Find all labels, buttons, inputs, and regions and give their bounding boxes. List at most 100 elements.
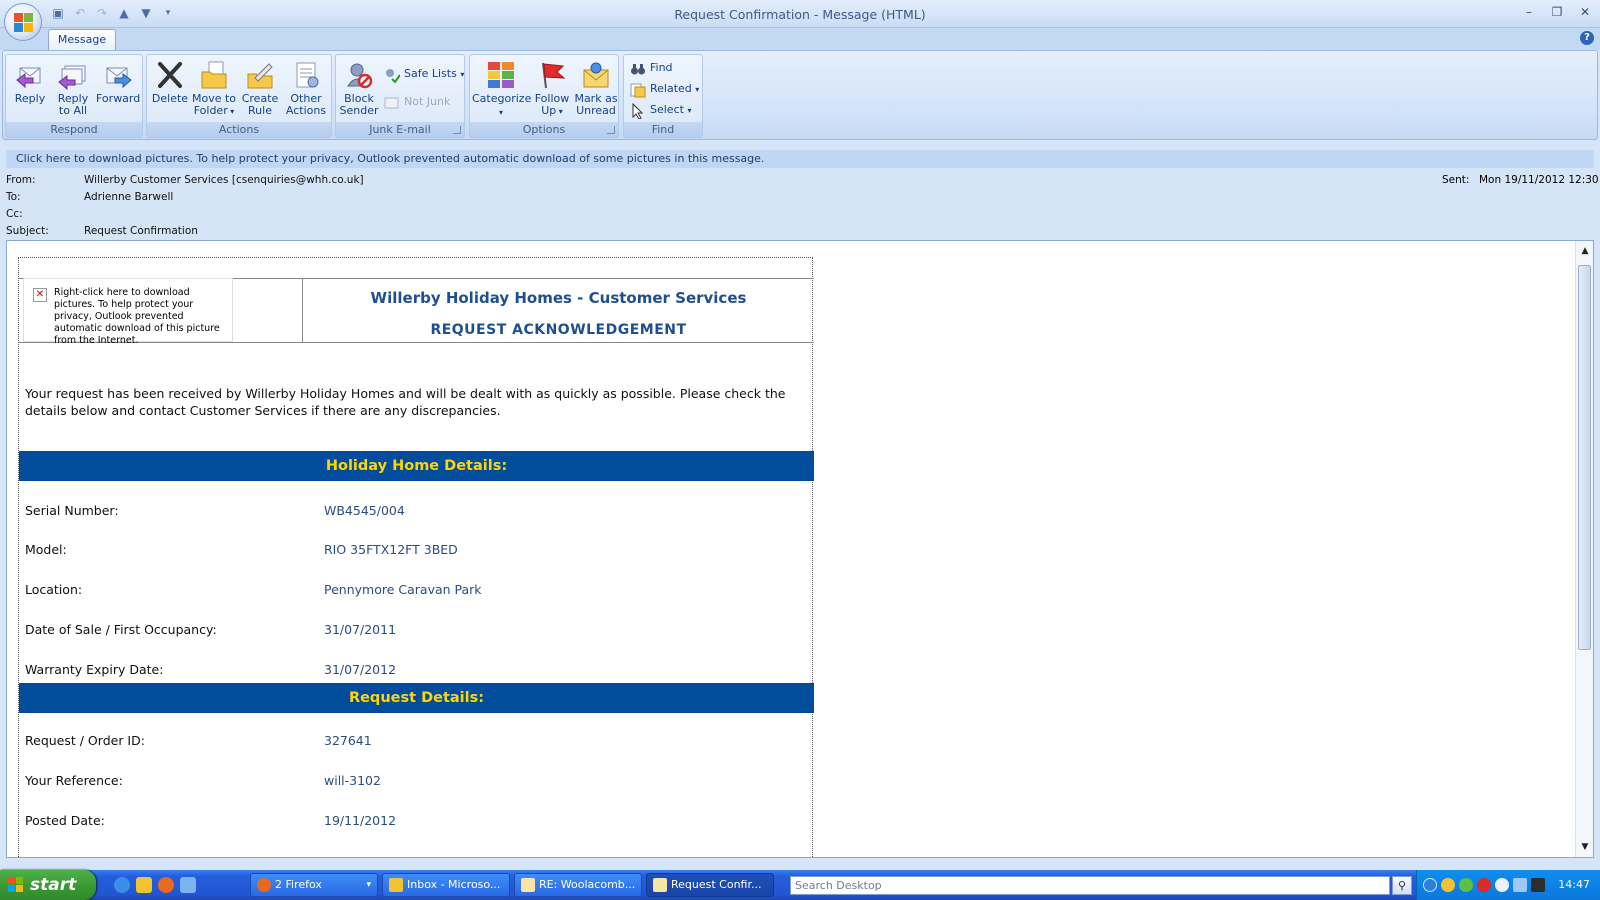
tray-search-icon[interactable] (1495, 878, 1509, 892)
blocked-picture-placeholder[interactable]: ✕ Right-click here to download pictures.… (23, 278, 233, 346)
tab-message[interactable]: Message (48, 29, 116, 51)
vertical-scrollbar[interactable]: ▲ ▼ (1575, 241, 1593, 857)
junk-email-group: Block Sender Safe Lists Not Junk Junk E-… (335, 54, 465, 138)
clock: 14:47 (1558, 878, 1590, 891)
cc-label: Cc: (6, 208, 23, 220)
minimize-button[interactable]: – (1522, 5, 1536, 19)
your-reference-label: Your Reference: (25, 773, 123, 788)
find-label: Find (650, 61, 673, 74)
scroll-down-icon[interactable]: ▼ (1579, 841, 1591, 853)
picture-download-infobar[interactable]: Click here to download pictures. To help… (6, 150, 1594, 168)
follow-up-button[interactable]: Follow Up (532, 58, 572, 122)
forward-button[interactable]: Forward (96, 58, 140, 122)
restore-button[interactable]: ❐ (1550, 5, 1564, 19)
request-id-value: 327641 (324, 733, 372, 748)
categorize-button[interactable]: Categorize (472, 58, 531, 122)
outlook-quicklaunch-icon[interactable] (136, 877, 152, 893)
warranty-expiry-label: Warranty Expiry Date: (25, 662, 164, 677)
task-inbox[interactable]: Inbox - Microso... (382, 873, 510, 897)
mark-as-unread-button[interactable]: Mark as Unread (574, 58, 618, 122)
find-button[interactable]: Find (630, 59, 673, 79)
other-actions-button[interactable]: Other Actions (283, 58, 329, 122)
move-to-folder-button[interactable]: Move to Folder (191, 58, 237, 122)
mark-as-unread-label-2: Unread (576, 104, 616, 117)
message-body-pane[interactable]: Willerby Holiday Homes - Customer Servic… (6, 240, 1594, 858)
safe-lists-button[interactable]: Safe Lists (384, 65, 464, 85)
scrollbar-thumb[interactable] (1578, 265, 1591, 650)
reply-button[interactable]: Reply (10, 58, 50, 122)
folder-icon (199, 60, 229, 90)
tray-green-icon[interactable] (1459, 878, 1473, 892)
acknowledgement-heading: REQUEST ACKNOWLEDGEMENT (430, 322, 687, 338)
task-firefox[interactable]: 2 Firefox ▾ (250, 873, 378, 897)
start-button[interactable]: start (0, 870, 96, 900)
close-button[interactable]: ✕ (1578, 5, 1592, 19)
find-group-label: Find (624, 122, 702, 137)
help-icon[interactable]: ? (1580, 31, 1594, 45)
system-tray: 14:47 (1416, 870, 1600, 900)
quick-launch (114, 877, 196, 893)
office-button[interactable] (4, 3, 42, 41)
related-button[interactable]: Related (630, 80, 699, 100)
tray-arrow-icon[interactable] (1423, 878, 1437, 892)
search-desktop-input[interactable]: Search Desktop (790, 876, 1390, 895)
tray-outlook-icon[interactable] (1441, 878, 1455, 892)
related-icon (630, 82, 646, 98)
reply-all-button[interactable]: Reply to All (52, 58, 94, 122)
scroll-up-icon[interactable]: ▲ (1579, 245, 1591, 257)
serial-number-label: Serial Number: (25, 503, 119, 518)
ribbon: Reply Reply to All Forward Respond Delet… (2, 50, 1598, 140)
create-rule-button[interactable]: Create Rule (239, 58, 281, 122)
tray-security-icon[interactable] (1477, 878, 1491, 892)
task-request-confirmation[interactable]: Request Confir... (646, 873, 774, 897)
sent-label: Sent: (1442, 174, 1470, 186)
select-button[interactable]: Select (630, 101, 691, 121)
outlook-icon (389, 878, 403, 892)
show-desktop-icon[interactable] (180, 877, 196, 893)
other-actions-icon (291, 60, 321, 90)
date-of-sale-value: 31/07/2011 (324, 622, 397, 637)
to-value[interactable]: Adrienne Barwell (84, 191, 173, 203)
serial-number-value: WB4545/004 (324, 503, 405, 518)
subject-value: Request Confirmation (84, 225, 198, 237)
reply-all-label-2: to All (58, 104, 88, 117)
move-to-folder-label-2: Folder (191, 105, 237, 118)
delete-label: Delete (151, 92, 189, 105)
block-sender-icon (344, 60, 374, 90)
from-value[interactable]: Willerby Customer Services [csenquiries@… (84, 174, 364, 186)
firefox-quicklaunch-icon[interactable] (158, 877, 174, 893)
cursor-icon (630, 102, 646, 120)
unread-envelope-icon (581, 60, 611, 90)
to-label: To: (6, 191, 21, 203)
ribbon-tab-strip: Message ? (0, 28, 1600, 51)
request-id-label: Request / Order ID: (25, 733, 145, 748)
create-rule-label-2: Rule (248, 104, 272, 117)
windows-flag-icon (8, 877, 24, 893)
search-icon[interactable]: ⚲ (1392, 876, 1412, 895)
delete-button[interactable]: Delete (151, 58, 189, 122)
task-woolacombe-label: RE: Woolacomb... (539, 878, 636, 891)
from-label: From: (6, 174, 36, 186)
options-group: Categorize Follow Up Mark as Unread Opti… (469, 54, 619, 138)
categorize-icon (486, 60, 516, 90)
block-sender-button[interactable]: Block Sender (338, 58, 380, 122)
tray-volume-icon[interactable] (1531, 878, 1545, 892)
task-request-confirmation-label: Request Confir... (671, 878, 762, 891)
location-value: Pennymore Caravan Park (324, 582, 482, 597)
respond-group: Reply Reply to All Forward Respond (5, 54, 143, 138)
internet-explorer-icon[interactable] (114, 877, 130, 893)
options-launcher-icon[interactable] (607, 126, 615, 134)
tray-network-icon[interactable] (1513, 878, 1527, 892)
firefox-icon (257, 878, 271, 892)
model-label: Model: (25, 542, 67, 557)
request-details-heading: Request Details: (19, 683, 814, 713)
window-title: Request Confirmation - Message (HTML) (674, 7, 926, 22)
task-woolacombe[interactable]: RE: Woolacomb... (514, 873, 642, 897)
safe-lists-label: Safe Lists (404, 67, 457, 80)
reply-all-icon (58, 60, 88, 91)
location-label: Location: (25, 582, 83, 597)
not-junk-button[interactable]: Not Junk (384, 93, 450, 113)
categorize-label: Categorize (472, 93, 531, 119)
junk-email-launcher-icon[interactable] (453, 126, 461, 134)
warranty-expiry-value: 31/07/2012 (324, 662, 397, 677)
